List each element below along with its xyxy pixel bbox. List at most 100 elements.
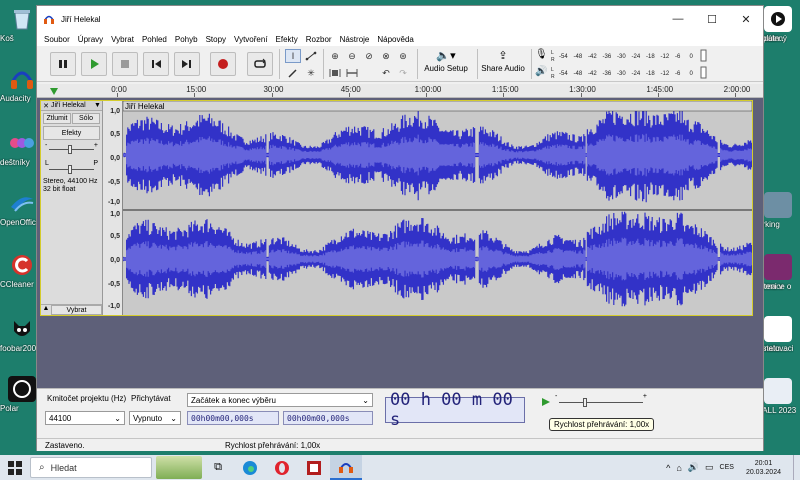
toolbar-separator	[477, 49, 478, 79]
close-button[interactable]: ✕	[729, 6, 763, 32]
timeline-ruler[interactable]: 0:00 15:00 30:00 45:00 1:00:00 1:15:00 1:30:00…	[37, 84, 763, 98]
track-name-menu[interactable]: Jiří Helekal	[51, 102, 94, 109]
audacity-window: Jiří Helekal — ☐ ✕ Soubor Úpravy Vybrat …	[36, 5, 764, 451]
menu-stopy[interactable]: Stopy	[202, 35, 230, 44]
play-speed-thumb[interactable]	[583, 398, 587, 407]
audacity-taskbar-button[interactable]	[330, 455, 362, 480]
clip-name[interactable]: Jiří Helekal	[125, 102, 165, 111]
waveform[interactable]	[123, 101, 752, 315]
meter-scale-label: -6	[675, 54, 681, 60]
play-button[interactable]	[81, 52, 107, 76]
edge-taskbar-button[interactable]	[234, 455, 266, 480]
multi-tool-icon[interactable]: ✳	[303, 66, 319, 80]
selection-tool-icon[interactable]: I	[285, 49, 301, 63]
timeline-tick-label: 2:00:00	[723, 85, 751, 94]
start-button[interactable]	[0, 455, 30, 480]
menu-napoveda[interactable]: Nápověda	[373, 35, 417, 44]
battery-icon[interactable]: ▭	[705, 462, 714, 473]
collapse-track-icon[interactable]: ▲	[41, 305, 51, 315]
pan-slider-thumb[interactable]	[68, 165, 72, 174]
trim-icon[interactable]	[327, 66, 343, 80]
app-taskbar-button[interactable]	[298, 455, 330, 480]
skip-start-icon	[152, 60, 161, 68]
envelope-tool-icon[interactable]	[303, 49, 319, 63]
menu-upravy[interactable]: Úpravy	[74, 35, 107, 44]
menu-rozbor[interactable]: Rozbor	[302, 35, 336, 44]
desktop-icon-right-2[interactable]: arking	[758, 192, 800, 229]
clock[interactable]: 20:01 20.03.2024	[743, 459, 784, 477]
project-rate-select[interactable]: 44100 ⌄	[45, 411, 125, 425]
redo-icon[interactable]: ↷	[395, 66, 411, 80]
pause-button[interactable]	[50, 52, 76, 76]
menu-vybrat[interactable]: Vybrat	[107, 35, 138, 44]
recording-meter[interactable]: L R -54 -48 -42 -36 -30 -24 -18 -12 -6 0	[549, 48, 709, 63]
snap-select[interactable]: Vypnuto ⌄	[129, 411, 181, 425]
speaker-meter-icon: 🔊	[535, 66, 548, 77]
track-menu-arrow-icon[interactable]: ▼	[94, 102, 102, 109]
zoom-out-icon[interactable]: ⊖	[344, 49, 360, 63]
skip-end-button[interactable]	[174, 52, 200, 76]
desktop-icon-right-4[interactable]: nstalovaci y netu...	[758, 316, 800, 353]
menu-vytvoreni[interactable]: Vytvoření	[230, 35, 272, 44]
gain-slider[interactable]: - +	[45, 142, 98, 158]
select-track-button[interactable]: Vybrat	[51, 305, 102, 315]
opera-taskbar-button[interactable]	[266, 455, 298, 480]
language-indicator[interactable]: CES	[720, 464, 734, 471]
play-speed-tooltip: Rychlost přehrávání: 1,00x	[549, 418, 655, 431]
effects-button[interactable]: Efekty	[43, 126, 100, 140]
news-widget-icon[interactable]	[156, 456, 202, 479]
winrar-icon	[764, 254, 792, 280]
desktop-icon-right-5[interactable]: TALL 2023	[758, 378, 800, 415]
windows-icon	[8, 460, 22, 475]
fit-selection-icon[interactable]: ⊘	[361, 49, 377, 63]
solo-button[interactable]: Sólo	[72, 113, 100, 124]
title-bar[interactable]: Jiří Helekal — ☐ ✕	[37, 6, 763, 32]
desktop-icon-right-1[interactable]: Spálený solutn...	[758, 6, 800, 43]
skip-start-button[interactable]	[143, 52, 169, 76]
audio-setup-button[interactable]: 🔈▾ Audio Setup	[421, 48, 471, 80]
selection-start-time[interactable]: 00h00m00,000s	[187, 411, 279, 425]
volume-icon[interactable]: 🔊	[688, 462, 699, 473]
share-audio-button[interactable]: ⇪ Share Audio	[479, 48, 527, 80]
audio-position-display[interactable]: 00 h 00 m 00 s	[385, 390, 525, 430]
zoom-in-icon[interactable]: ⊕	[327, 49, 343, 63]
playback-meter[interactable]: L R -54 -48 -42 -36 -30 -24 -18 -12 -6 0	[549, 65, 709, 80]
minimize-button[interactable]: —	[661, 6, 695, 32]
task-view-button[interactable]: ⧉	[202, 455, 234, 480]
gain-slider-thumb[interactable]	[68, 145, 72, 154]
menu-efekty[interactable]: Efekty	[272, 35, 302, 44]
menu-nastroje[interactable]: Nástroje	[336, 35, 374, 44]
polar-icon	[8, 376, 36, 402]
undo-icon[interactable]: ↶	[378, 66, 394, 80]
record-button[interactable]	[210, 52, 236, 76]
menu-pohled[interactable]: Pohled	[138, 35, 171, 44]
loop-button[interactable]	[247, 52, 273, 76]
silence-icon[interactable]	[344, 66, 360, 80]
desktop-icon-label: foobar2000	[0, 344, 41, 353]
zoom-toggle-icon[interactable]: ⊛	[395, 49, 411, 63]
fit-project-icon[interactable]: ⊗	[378, 49, 394, 63]
play-at-speed-icon[interactable]	[541, 397, 551, 407]
stop-button[interactable]	[112, 52, 138, 76]
vertical-scale[interactable]: 1,0 0,5 0,0 -0,5 -1,0 1,0 0,5 0,0 -0,5 -…	[103, 101, 123, 315]
taskbar-search[interactable]: ⌕ Hledat	[30, 457, 152, 478]
selection-mode-select[interactable]: Začátek a konec výběru ⌄	[187, 393, 373, 407]
selection-end-time[interactable]: 00h00m00,000s	[283, 411, 373, 425]
chevron-down-icon: ⌄	[170, 413, 177, 423]
desktop-icon-right-3[interactable]: ermace o isteni v	[758, 254, 800, 291]
meter-scale-label: -36	[603, 54, 612, 60]
pan-slider[interactable]: L P	[45, 160, 98, 176]
menu-soubor[interactable]: Soubor	[40, 35, 74, 44]
draw-tool-icon[interactable]	[285, 66, 301, 80]
show-desktop-button[interactable]	[793, 455, 797, 480]
menu-pohyb[interactable]: Pohyb	[171, 35, 202, 44]
play-speed-slider[interactable]: - +	[555, 393, 647, 409]
maximize-button[interactable]: ☐	[695, 6, 729, 32]
meter-scale-label: -48	[574, 54, 583, 60]
close-track-icon[interactable]: ✕	[41, 102, 51, 110]
timeline-options-icon[interactable]	[49, 86, 59, 96]
mute-button[interactable]: Ztlumit	[43, 113, 71, 124]
clip-header[interactable]	[123, 101, 752, 112]
network-icon[interactable]: ⌂	[676, 463, 681, 473]
chevron-up-icon[interactable]: ^	[666, 463, 670, 473]
